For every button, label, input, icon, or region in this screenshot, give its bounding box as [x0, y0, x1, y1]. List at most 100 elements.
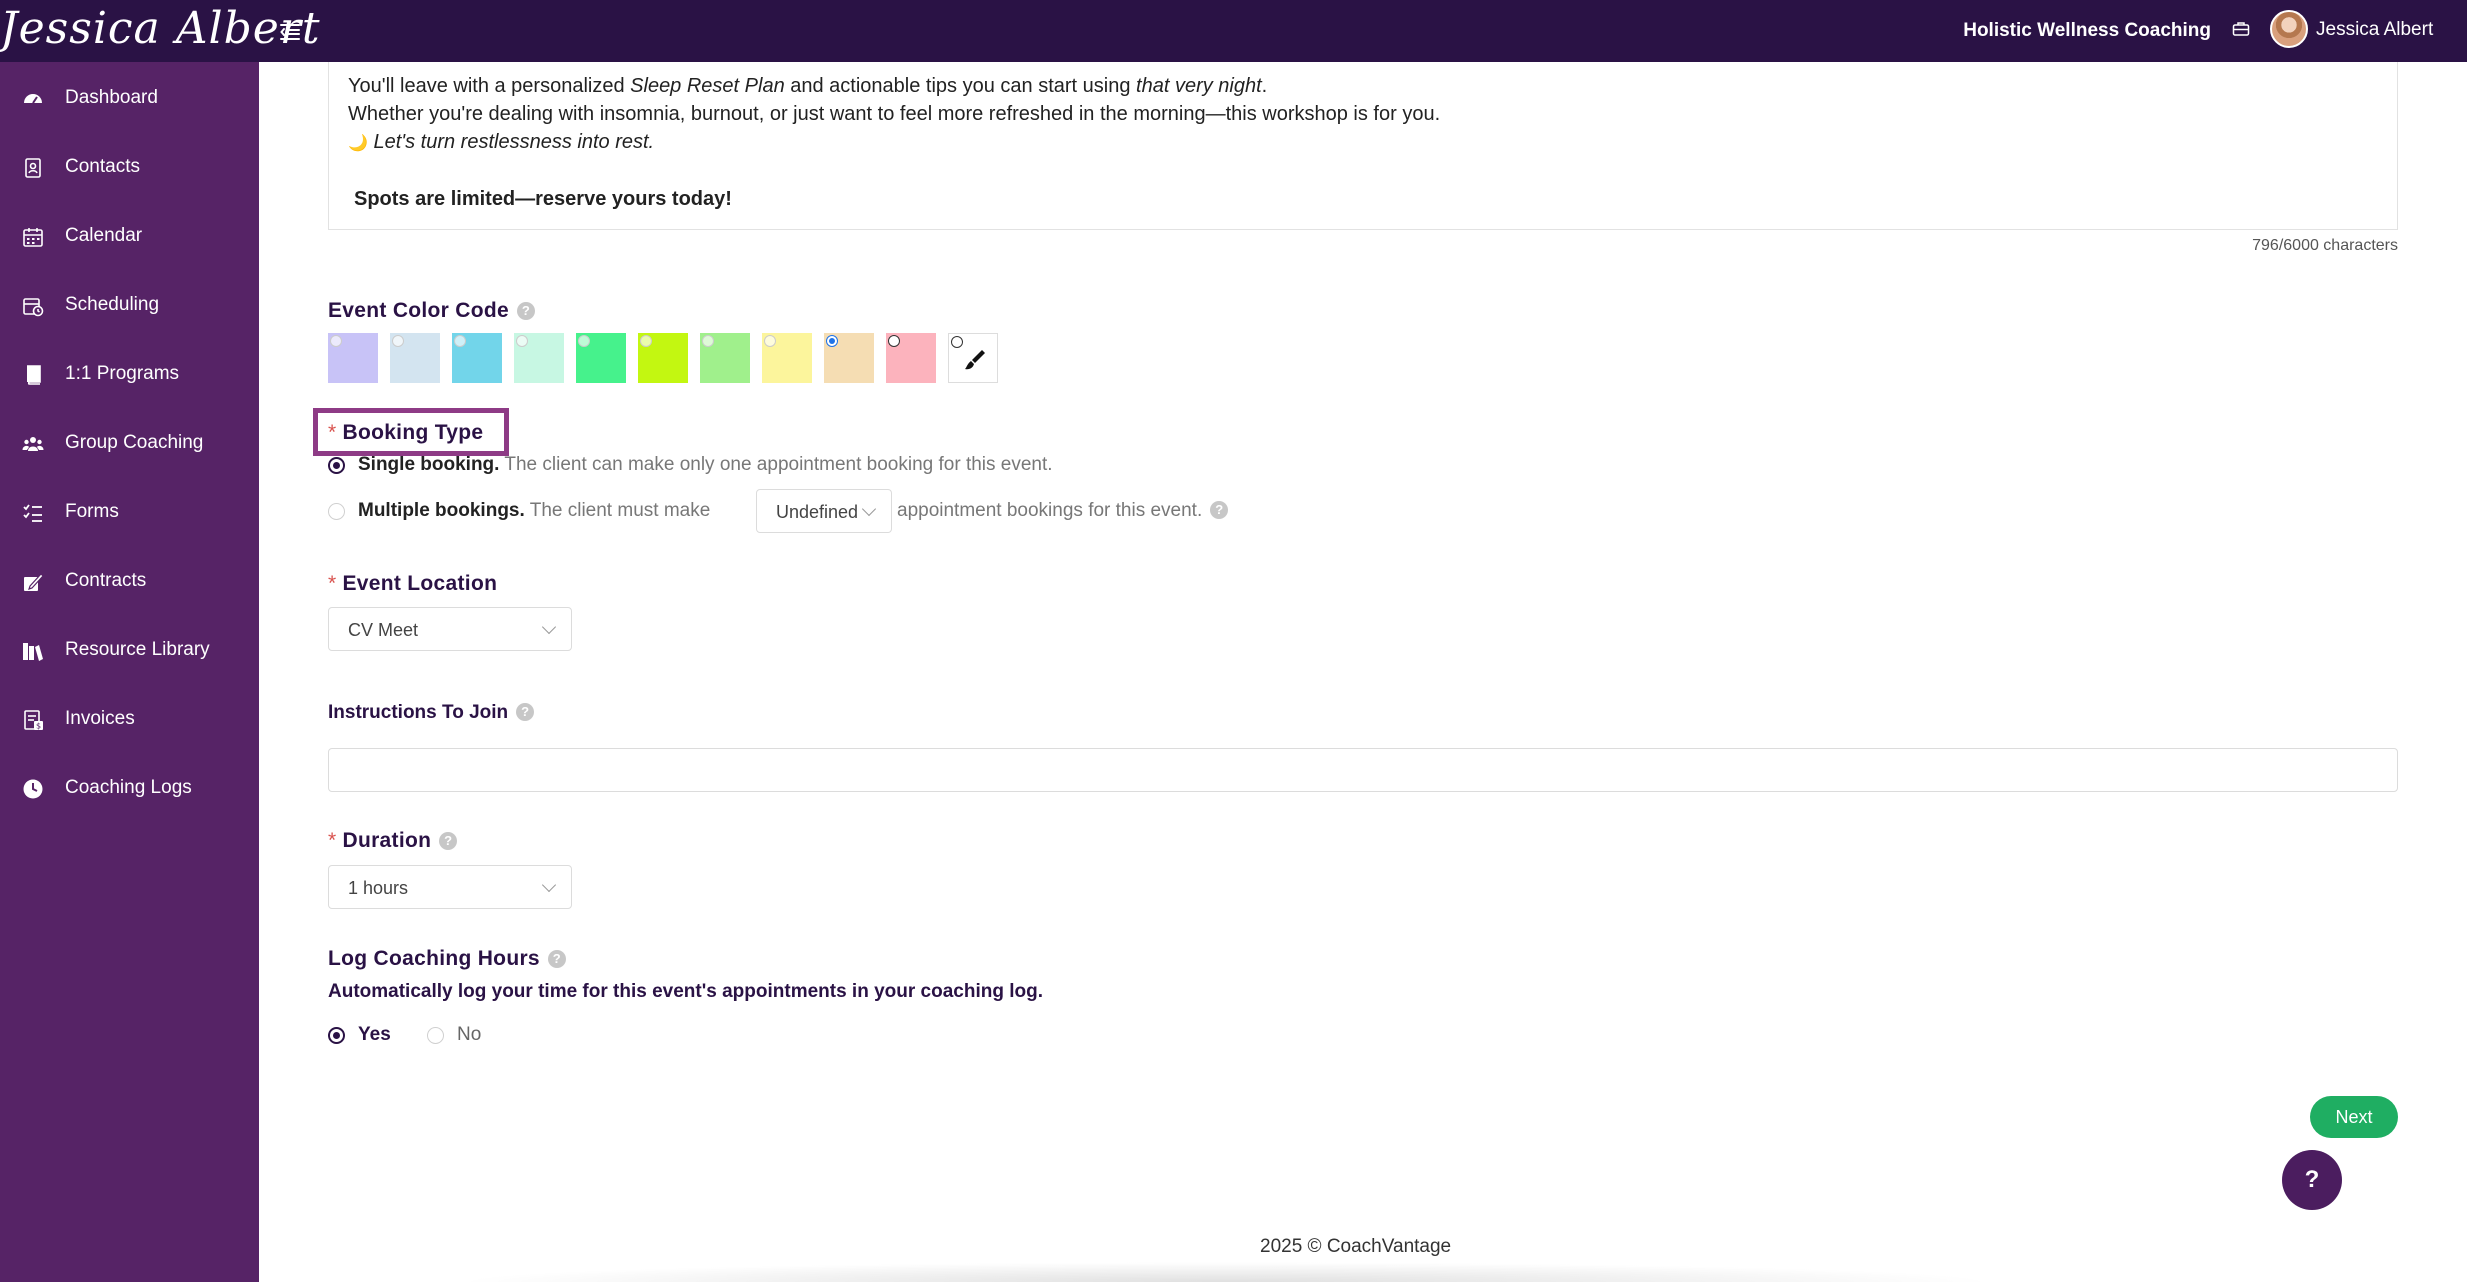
log-hours-label-text: Log Coaching Hours	[328, 947, 540, 970]
log-hours-yes-label[interactable]: Yes	[358, 1022, 391, 1048]
log-hours-no-radio[interactable]	[427, 1027, 444, 1044]
sidebar-item-programs[interactable]: 1:1 Programs	[0, 346, 259, 402]
scheduling-icon	[22, 295, 44, 317]
description-line-1: You'll leave with a personalized Sleep R…	[348, 72, 1267, 100]
single-booking-radio[interactable]	[328, 457, 345, 474]
svg-text:$: $	[36, 722, 41, 731]
book-icon	[22, 364, 44, 386]
help-icon[interactable]: ?	[516, 302, 535, 320]
contacts-icon	[22, 157, 44, 179]
sidebar-item-invoices[interactable]: $ Invoices	[0, 691, 259, 747]
color-swatch-cyan[interactable]	[452, 333, 502, 383]
multiple-bookings-option[interactable]: Multiple bookings. The client must make	[358, 498, 710, 524]
sidebar-item-label: Group Coaching	[65, 432, 204, 453]
duration-label: * Duration?	[328, 827, 458, 855]
required-marker: *	[328, 829, 337, 852]
event-location-select[interactable]: CV Meet	[328, 607, 572, 651]
briefcase-icon[interactable]	[2232, 20, 2250, 38]
menu-toggle-icon[interactable]	[278, 19, 302, 43]
swatch-radio	[578, 335, 590, 347]
chevron-down-icon	[541, 619, 557, 635]
swatch-radio	[764, 335, 776, 347]
description-line-4: Spots are limited—reserve yours today!	[354, 188, 732, 210]
workspace-name[interactable]: Holistic Wellness Coaching	[1963, 17, 2211, 45]
brand-logo[interactable]: Jessica Albert	[0, 0, 321, 62]
duration-select[interactable]: 1 hours	[328, 865, 572, 909]
color-swatch-lime[interactable]	[638, 333, 688, 383]
sidebar: Dashboard Contacts Calendar Scheduling 1…	[0, 62, 259, 1282]
instructions-input[interactable]	[328, 748, 2398, 792]
swatch-radio	[516, 335, 528, 347]
invoice-icon: $	[22, 709, 44, 731]
single-booking-option[interactable]: Single booking. The client can make only…	[358, 452, 1053, 478]
swatch-radio-selected	[826, 335, 838, 347]
help-icon[interactable]: ?	[439, 832, 458, 850]
bookings-count-value: Undefined	[776, 502, 859, 522]
single-booking-title: Single booking.	[358, 454, 500, 475]
multiple-bookings-suffix: appointment bookings for this event.?	[897, 498, 1229, 524]
library-icon	[22, 640, 44, 662]
user-name[interactable]: Jessica Albert	[2316, 17, 2433, 43]
event-color-label-text: Event Color Code	[328, 299, 509, 322]
sidebar-item-contacts[interactable]: Contacts	[0, 139, 259, 195]
log-hours-no-label[interactable]: No	[457, 1022, 481, 1048]
color-swatch-pink[interactable]	[886, 333, 936, 383]
instructions-label: Instructions To Join?	[328, 700, 535, 726]
color-swatch-yellow[interactable]	[762, 333, 812, 383]
color-swatch-green[interactable]	[576, 333, 626, 383]
help-icon[interactable]: ?	[1210, 501, 1229, 519]
event-location-label-text: Event Location	[342, 572, 498, 595]
top-bar: Jessica Albert Holistic Wellness Coachin…	[0, 0, 2467, 62]
multiple-bookings-radio[interactable]	[328, 503, 345, 520]
multiple-bookings-description: The client must make	[524, 500, 711, 521]
bookings-count-select[interactable]: Undefined	[756, 489, 892, 533]
sidebar-item-label: Invoices	[65, 708, 135, 729]
sidebar-item-resource-library[interactable]: Resource Library	[0, 622, 259, 678]
calendar-icon	[22, 226, 44, 248]
avatar[interactable]	[2270, 10, 2308, 48]
description-line-3: 🌙 Let's turn restlessness into rest.	[348, 128, 654, 158]
clock-icon	[22, 778, 44, 800]
color-swatch-mint[interactable]	[514, 333, 564, 383]
swatch-radio	[454, 335, 466, 347]
color-swatch-light-blue[interactable]	[390, 333, 440, 383]
next-button[interactable]: Next	[2310, 1096, 2398, 1138]
sidebar-item-label: Forms	[65, 501, 119, 522]
dashboard-icon	[22, 88, 44, 110]
event-location-label: * Event Location	[328, 570, 497, 598]
multiple-bookings-suffix-text: appointment bookings for this event.	[897, 500, 1203, 521]
footer-shadow	[450, 1262, 2000, 1282]
sidebar-item-group-coaching[interactable]: Group Coaching	[0, 415, 259, 471]
sidebar-item-coaching-logs[interactable]: Coaching Logs	[0, 760, 259, 816]
swatch-radio	[888, 335, 900, 347]
sidebar-item-label: Contracts	[65, 570, 147, 591]
color-swatch-light-green[interactable]	[700, 333, 750, 383]
single-booking-description: The client can make only one appointment…	[499, 454, 1053, 475]
chevron-down-icon	[541, 877, 557, 893]
sidebar-item-contracts[interactable]: Contracts	[0, 553, 259, 609]
sidebar-item-label: Contacts	[65, 156, 140, 177]
sidebar-item-label: 1:1 Programs	[65, 363, 180, 384]
sidebar-item-label: Coaching Logs	[65, 777, 192, 798]
sidebar-item-calendar[interactable]: Calendar	[0, 208, 259, 264]
character-count: 796/6000 characters	[2252, 237, 2398, 254]
sidebar-item-label: Calendar	[65, 225, 143, 246]
description-line-2: Whether you're dealing with insomnia, bu…	[348, 103, 1441, 125]
event-location-value: CV Meet	[348, 620, 419, 640]
swatch-radio	[330, 335, 342, 347]
help-icon[interactable]: ?	[547, 950, 566, 968]
log-hours-yes-radio[interactable]	[328, 1027, 345, 1044]
required-marker: *	[328, 421, 337, 444]
help-icon[interactable]: ?	[516, 703, 535, 721]
color-swatch-peach[interactable]	[824, 333, 874, 383]
help-button[interactable]: ?	[2282, 1150, 2342, 1210]
sidebar-item-forms[interactable]: Forms	[0, 484, 259, 540]
sidebar-item-dashboard[interactable]: Dashboard	[0, 70, 259, 126]
custom-color-picker[interactable]	[948, 333, 998, 383]
sidebar-item-label: Resource Library	[65, 639, 210, 660]
required-marker: *	[328, 572, 337, 595]
sidebar-item-scheduling[interactable]: Scheduling	[0, 277, 259, 333]
multiple-bookings-title: Multiple bookings.	[358, 500, 525, 521]
color-swatch-lavender[interactable]	[328, 333, 378, 383]
footer-copyright: 2025 © CoachVantage	[1260, 1236, 1452, 1257]
